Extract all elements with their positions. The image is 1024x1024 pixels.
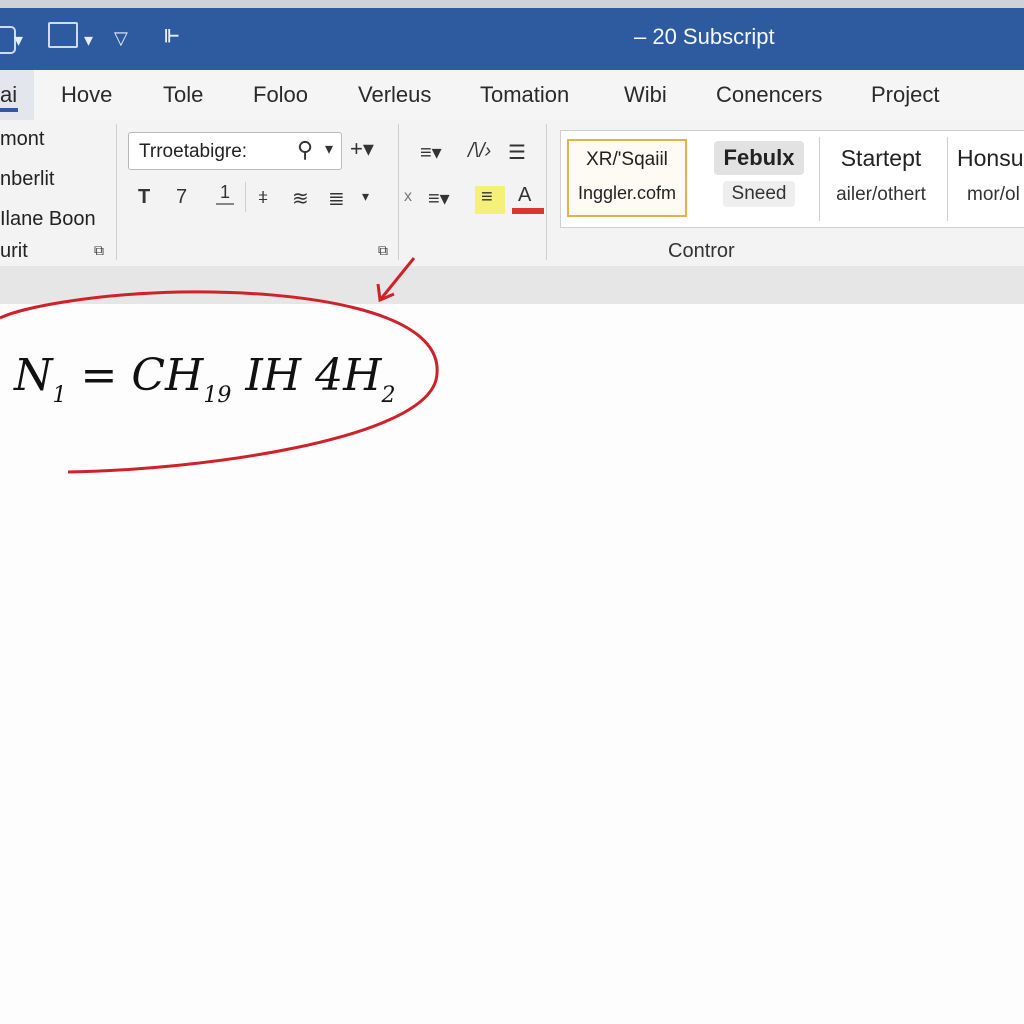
clipboard-item[interactable]: nberlit: [0, 168, 54, 191]
separator: [398, 124, 399, 260]
bold-button[interactable]: T: [138, 186, 150, 209]
style-name: Startept: [840, 145, 922, 171]
highlighter-icon[interactable]: ≡: [475, 186, 505, 214]
tab-project[interactable]: Project: [871, 82, 939, 108]
pin-icon[interactable]: ⊩: [164, 26, 180, 47]
align-icon[interactable]: ≡▾: [420, 140, 442, 165]
font-name-value: Trroetabigre:: [139, 141, 248, 162]
annotation-arrow: [378, 257, 416, 301]
grow-font-icon[interactable]: +▾: [350, 136, 374, 162]
strikethrough-icon[interactable]: ⧧: [258, 186, 268, 209]
italic-button[interactable]: 7: [176, 186, 187, 209]
clear-format-icon[interactable]: x: [404, 188, 412, 206]
tab-foloo[interactable]: Foloo: [253, 82, 308, 108]
style-preview: mor/ol: [967, 184, 1020, 205]
tab-wibi[interactable]: Wibi: [624, 82, 667, 108]
dropdown-icon[interactable]: ▾: [325, 139, 333, 159]
style-card[interactable]: Honsu mor/ol: [957, 139, 1024, 213]
font-name-field[interactable]: Trroetabigre: ⚲ ▾: [128, 132, 342, 170]
pencil-icon[interactable]: /\/›: [468, 140, 491, 163]
subscript-button[interactable]: 1: [216, 182, 235, 205]
active-tab-underline: [0, 108, 18, 112]
style-card[interactable]: Febulx Sneed: [701, 139, 817, 213]
undo-icon[interactable]: [48, 22, 78, 48]
dropdown-icon[interactable]: ▾: [84, 30, 93, 51]
tab-conencers[interactable]: Conencers: [716, 82, 822, 108]
separator: [546, 124, 547, 260]
dropdown-icon[interactable]: ▾: [362, 188, 369, 205]
style-card[interactable]: Startept ailer/othert: [823, 139, 939, 213]
list-icon[interactable]: ☰: [508, 140, 526, 165]
align-icon[interactable]: ≡▾: [428, 186, 450, 211]
tab-hove[interactable]: Hove: [61, 82, 112, 108]
tab-verleus[interactable]: Verleus: [358, 82, 431, 108]
font-color-icon[interactable]: A: [518, 184, 531, 207]
separator: [947, 137, 948, 221]
annotation-circle: [0, 290, 439, 474]
user-icon: ⚲: [297, 137, 314, 162]
style-preview: Inggler.cofm: [577, 183, 677, 203]
group-label: Contror: [668, 240, 735, 262]
separator: [819, 137, 820, 221]
tab-tole[interactable]: Tole: [163, 82, 203, 108]
text-effects-icon[interactable]: ≋: [292, 186, 309, 211]
line-spacing-icon[interactable]: ≣: [328, 186, 345, 211]
tab-home[interactable]: ai: [0, 82, 17, 108]
dropdown-icon[interactable]: ▾: [14, 30, 23, 51]
style-preview: Sneed: [723, 181, 795, 207]
top-strip: [0, 0, 1024, 8]
font-color-bar: [512, 208, 544, 214]
style-name: Febulx: [714, 141, 804, 175]
annotation-overlay: [0, 257, 439, 474]
style-name: XR/'Sqaiil: [586, 149, 668, 170]
clipboard-item[interactable]: Ilane Boon: [0, 208, 96, 231]
styles-gallery: XR/'Sqaiil Inggler.cofm Febulx Sneed Sta…: [560, 130, 1024, 228]
style-name: Honsu: [957, 145, 1024, 171]
style-card[interactable]: XR/'Sqaiil Inggler.cofm: [567, 139, 687, 217]
window-title: – 20 Subscript: [634, 24, 775, 49]
clipboard-item[interactable]: mont: [0, 128, 44, 151]
title-bar: ▾ ▾ ▽ ⊩ – 20 Subscript: [0, 8, 1024, 70]
style-preview: ailer/othert: [836, 184, 926, 205]
separator: [116, 124, 117, 260]
separator: [245, 182, 246, 212]
customize-icon[interactable]: ▽: [114, 28, 128, 49]
tab-tomation[interactable]: Tomation: [480, 82, 569, 108]
